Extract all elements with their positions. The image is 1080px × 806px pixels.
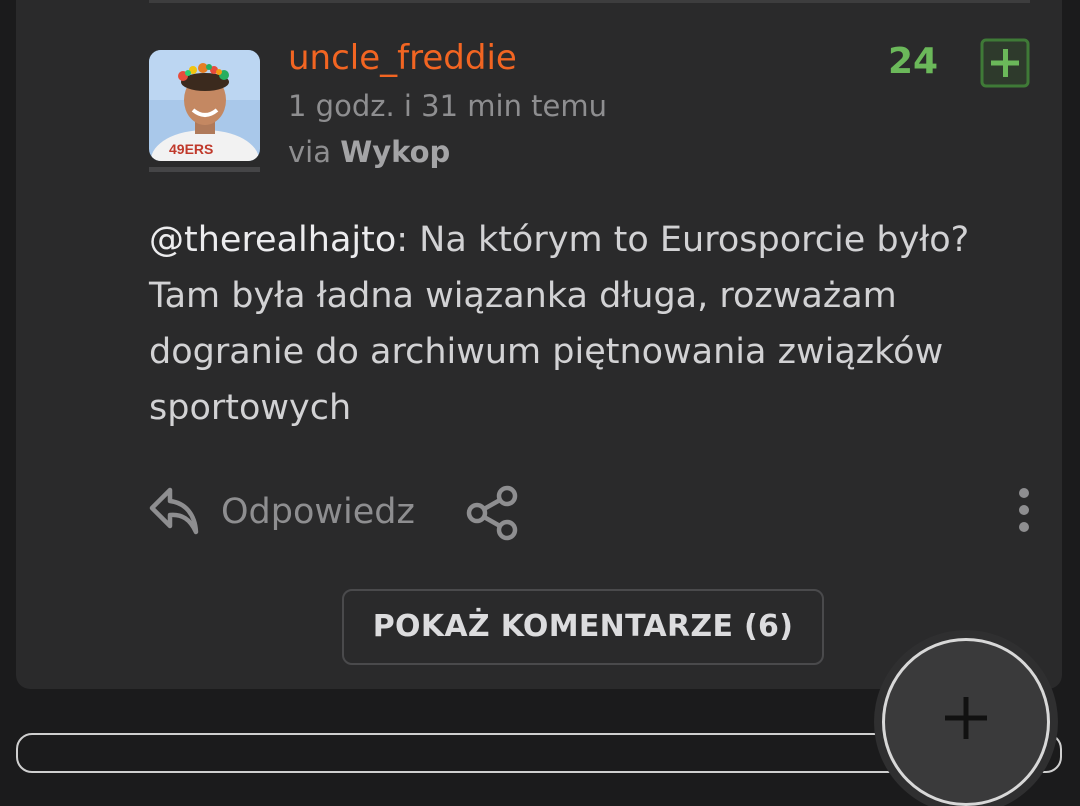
- reply-arrow-icon: [149, 487, 199, 535]
- more-vertical-icon: [1019, 488, 1029, 532]
- post-time: 1 godz. i 31 min temu: [288, 89, 608, 123]
- avatar-underline: [149, 167, 260, 172]
- vote-count: 24: [887, 41, 939, 82]
- reply-button[interactable]: [148, 486, 200, 536]
- show-comments-button[interactable]: POKAŻ KOMENTARZE (6): [342, 589, 824, 665]
- via-source: Wykop: [340, 135, 451, 169]
- add-entry-fab[interactable]: [882, 638, 1050, 806]
- username-link[interactable]: uncle_freddie: [288, 36, 517, 80]
- svg-text:49ERS: 49ERS: [169, 141, 213, 157]
- plus-square-icon: [980, 38, 1030, 88]
- divider: [149, 0, 1030, 3]
- via-prefix: via: [288, 135, 331, 169]
- avatar[interactable]: 49ERS: [149, 50, 260, 161]
- avatar-image: 49ERS: [149, 50, 260, 161]
- plus-icon: [945, 697, 987, 739]
- reply-label[interactable]: Odpowiedz: [221, 490, 415, 534]
- upvote-button[interactable]: [980, 38, 1030, 88]
- post-source: via Wykop: [288, 131, 450, 173]
- share-button[interactable]: [464, 484, 522, 542]
- mention-link[interactable]: @therealhajto: [149, 220, 396, 260]
- more-options-button[interactable]: [1008, 485, 1040, 535]
- share-icon: [466, 485, 518, 541]
- entry-body: @therealhajto: Na którym to Eurosporcie …: [149, 212, 1029, 436]
